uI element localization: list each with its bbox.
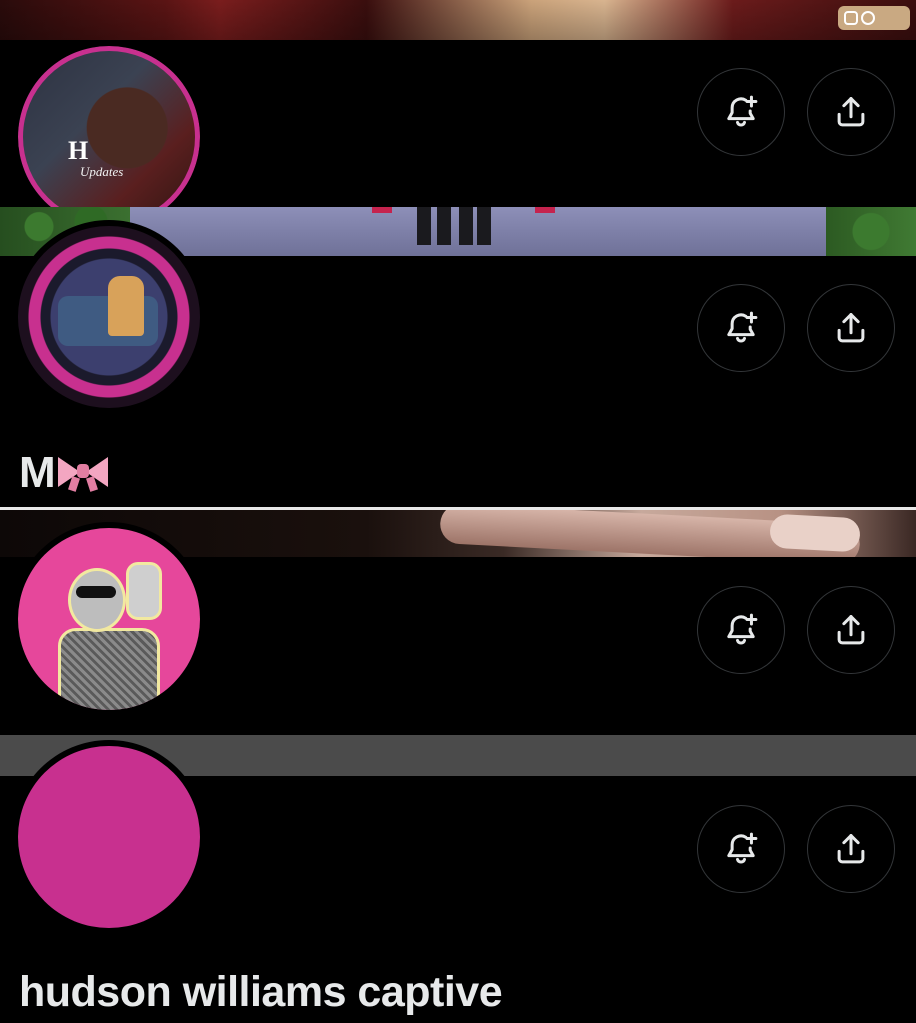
share-button[interactable] <box>807 284 895 372</box>
bell-plus-icon <box>727 311 758 343</box>
notifications-bell-button[interactable] <box>697 284 785 372</box>
bell-plus-icon <box>727 832 758 864</box>
bell-plus-icon <box>727 613 758 645</box>
share-button[interactable] <box>807 586 895 674</box>
threads-icon <box>861 11 875 25</box>
profile-display-name: M <box>19 448 108 498</box>
notifications-bell-button[interactable] <box>697 68 785 156</box>
profile-avatar-3[interactable] <box>12 522 206 716</box>
ribbon-bow-icon <box>57 453 108 492</box>
profile-avatar-4[interactable] <box>12 740 206 934</box>
share-button[interactable] <box>807 68 895 156</box>
avatar-caption: Updates <box>80 164 124 179</box>
watermark-badge <box>838 6 910 30</box>
avatar-monogram: H <box>68 136 89 165</box>
profile-avatar-1[interactable]: H Updates <box>12 40 206 234</box>
share-upload-icon <box>837 313 865 343</box>
notifications-bell-button[interactable] <box>697 586 785 674</box>
notifications-bell-button[interactable] <box>697 805 785 893</box>
share-upload-icon <box>837 97 865 127</box>
profile-display-name: hudson williams captive <box>19 968 503 1016</box>
profile-avatar-2[interactable] <box>12 220 206 414</box>
share-button[interactable] <box>807 805 895 893</box>
share-upload-icon <box>837 834 865 864</box>
instagram-icon <box>844 11 858 25</box>
share-upload-icon <box>837 615 865 645</box>
profile-headers-collage: H Updates M hudson williams captive <box>0 0 916 1023</box>
profile-banner-1[interactable] <box>0 0 916 40</box>
bell-plus-icon <box>727 95 758 127</box>
